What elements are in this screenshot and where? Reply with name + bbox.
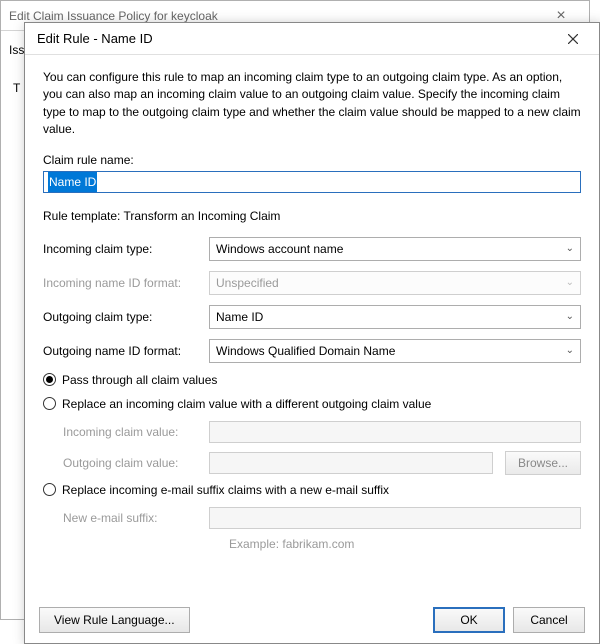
example-text: Example: fabrikam.com xyxy=(229,537,581,551)
outgoing-claim-type-select[interactable]: Name ID ⌄ xyxy=(209,305,581,329)
intro-text: You can configure this rule to map an in… xyxy=(43,69,581,139)
radio-replace-suffix-label: Replace incoming e-mail suffix claims wi… xyxy=(62,483,389,497)
titlebar: Edit Rule - Name ID xyxy=(25,23,599,55)
browse-button: Browse... xyxy=(505,451,581,475)
outgoing-claim-type-value: Name ID xyxy=(216,310,566,324)
new-email-suffix-row: New e-mail suffix: xyxy=(63,507,581,529)
cancel-button-label: Cancel xyxy=(530,613,567,627)
incoming-claim-value-label: Incoming claim value: xyxy=(63,425,203,439)
bg-left-fragment: Iss xyxy=(9,43,24,57)
chevron-down-icon: ⌄ xyxy=(566,311,574,322)
incoming-claim-type-select[interactable]: Windows account name ⌄ xyxy=(209,237,581,261)
radio-icon xyxy=(43,397,56,410)
radio-replace-value-label: Replace an incoming claim value with a d… xyxy=(62,397,431,411)
claim-rule-name-value: Name ID xyxy=(48,172,97,192)
incoming-claim-value-input xyxy=(209,421,581,443)
incoming-nameid-format-select: Unspecified ⌄ xyxy=(209,271,581,295)
incoming-claim-value-row: Incoming claim value: xyxy=(63,421,581,443)
replace-suffix-subfields: New e-mail suffix: Example: fabrikam.com xyxy=(63,507,581,551)
radio-replace-suffix[interactable]: Replace incoming e-mail suffix claims wi… xyxy=(43,483,581,497)
incoming-nameid-format-label: Incoming name ID format: xyxy=(43,276,203,290)
view-rule-language-label: View Rule Language... xyxy=(54,613,175,627)
outgoing-nameid-format-label: Outgoing name ID format: xyxy=(43,344,203,358)
radio-group: Pass through all claim values Replace an… xyxy=(43,373,581,551)
outgoing-nameid-format-select[interactable]: Windows Qualified Domain Name ⌄ xyxy=(209,339,581,363)
view-rule-language-button[interactable]: View Rule Language... xyxy=(39,607,190,633)
row-incoming-nameid-format: Incoming name ID format: Unspecified ⌄ xyxy=(43,271,581,295)
cancel-button[interactable]: Cancel xyxy=(513,607,585,633)
radio-replace-value[interactable]: Replace an incoming claim value with a d… xyxy=(43,397,581,411)
chevron-down-icon: ⌄ xyxy=(566,277,574,288)
incoming-claim-type-value: Windows account name xyxy=(216,242,566,256)
browse-button-label: Browse... xyxy=(518,456,568,470)
close-button[interactable] xyxy=(551,24,595,54)
chevron-down-icon: ⌄ xyxy=(566,345,574,356)
ok-button[interactable]: OK xyxy=(433,607,505,633)
row-outgoing-claim-type: Outgoing claim type: Name ID ⌄ xyxy=(43,305,581,329)
radio-pass-through[interactable]: Pass through all claim values xyxy=(43,373,581,387)
close-icon xyxy=(568,34,578,44)
outgoing-claim-value-label: Outgoing claim value: xyxy=(63,456,203,470)
rule-template-text: Rule template: Transform an Incoming Cla… xyxy=(43,209,581,223)
row-incoming-claim-type: Incoming claim type: Windows account nam… xyxy=(43,237,581,261)
new-email-suffix-input xyxy=(209,507,581,529)
new-email-suffix-label: New e-mail suffix: xyxy=(63,511,203,525)
outgoing-claim-type-label: Outgoing claim type: xyxy=(43,310,203,324)
incoming-nameid-format-value: Unspecified xyxy=(216,276,566,290)
ok-button-label: OK xyxy=(460,613,477,627)
bg-inset-char: T xyxy=(13,81,20,95)
outgoing-claim-value-input xyxy=(209,452,493,474)
outgoing-nameid-format-value: Windows Qualified Domain Name xyxy=(216,344,566,358)
radio-icon xyxy=(43,483,56,496)
bg-window-title: Edit Claim Issuance Policy for keycloak xyxy=(9,9,541,23)
button-bar: View Rule Language... OK Cancel xyxy=(25,597,599,643)
incoming-claim-type-label: Incoming claim type: xyxy=(43,242,203,256)
radio-icon xyxy=(43,373,56,386)
chevron-down-icon: ⌄ xyxy=(566,243,574,254)
outgoing-claim-value-row: Outgoing claim value: Browse... xyxy=(63,451,581,475)
replace-value-subfields: Incoming claim value: Outgoing claim val… xyxy=(63,421,581,475)
dialog-content: You can configure this rule to map an in… xyxy=(25,55,599,643)
row-outgoing-nameid-format: Outgoing name ID format: Windows Qualifi… xyxy=(43,339,581,363)
claim-rule-name-input[interactable]: Name ID xyxy=(43,171,581,193)
claim-rule-name-label: Claim rule name: xyxy=(43,153,581,167)
dialog-title: Edit Rule - Name ID xyxy=(37,31,551,46)
radio-pass-through-label: Pass through all claim values xyxy=(62,373,217,387)
edit-rule-dialog: Edit Rule - Name ID You can configure th… xyxy=(24,22,600,644)
